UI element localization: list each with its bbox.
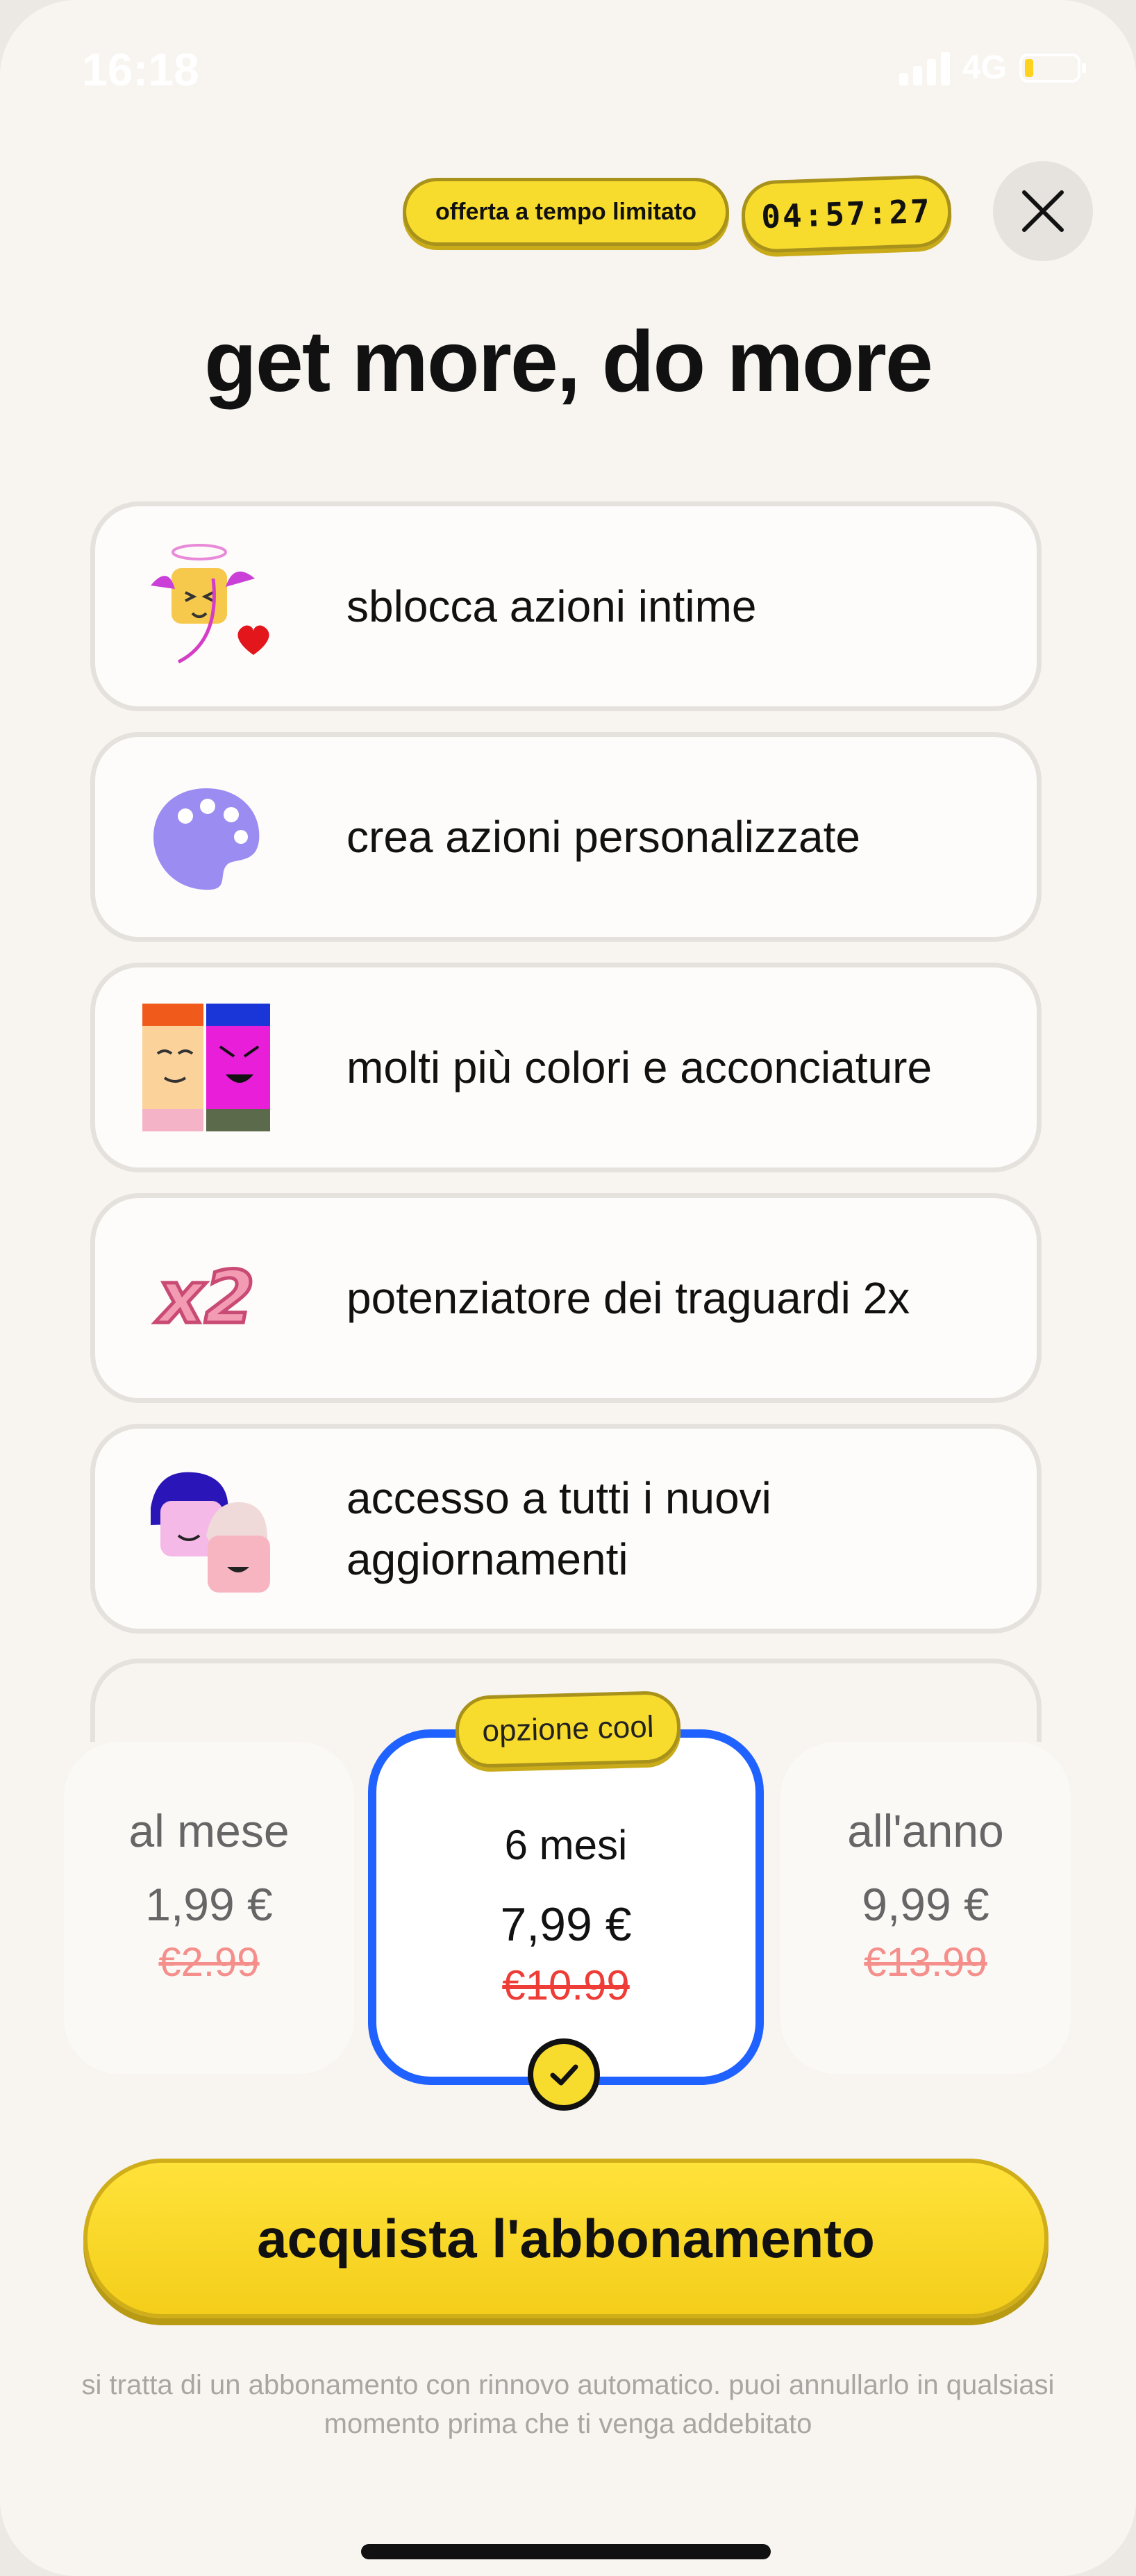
palette-icon: [153, 788, 260, 890]
feature-card-new-updates: accesso a tutti i nuovi aggiornamenti: [90, 1424, 1042, 1634]
close-icon: [1022, 190, 1064, 232]
feature-label: crea azioni personalizzate: [346, 812, 860, 862]
signal-icon: [899, 51, 950, 85]
plan-old-price: €13.99: [864, 1940, 987, 1985]
svg-text:x2: x2: [154, 1255, 254, 1340]
feature-card-milestone-booster: x2 potenziatore dei traguardi 2x: [90, 1193, 1042, 1403]
plan-name: 6 mesi: [504, 1822, 628, 1868]
feature-label: molti più colori e acconciature: [346, 1042, 933, 1092]
best-option-badge: opzione cool: [454, 1690, 682, 1769]
close-button[interactable]: [993, 161, 1093, 261]
plan-yearly[interactable]: all'anno 9,99 € €13.99: [780, 1742, 1071, 2074]
status-bar: 16:18 4G: [82, 43, 1086, 99]
feature-card-custom-actions: crea azioni personalizzate: [90, 732, 1042, 942]
feature-label: potenziatore dei traguardi 2x: [346, 1273, 910, 1323]
limited-offer-badge: offerta a tempo limitato: [403, 178, 729, 246]
subscribe-button[interactable]: acquista l'abbonamento: [83, 2159, 1049, 2318]
plan-price: 9,99 €: [862, 1879, 989, 1930]
legal-text: si tratta di un abbonamento con rinnovo …: [81, 2370, 1055, 2439]
feature-label: accesso a tutti i nuovi aggiornamenti: [346, 1473, 771, 1584]
plan-old-price: €10.99: [502, 1962, 630, 2009]
plan-price: 1,99 €: [145, 1879, 273, 1930]
plan-old-price: €2.99: [158, 1940, 260, 1985]
plan-name: all'anno: [847, 1805, 1004, 1856]
plan-name: al mese: [128, 1805, 290, 1856]
page-title: get more, do more: [204, 314, 933, 410]
plan-six-months[interactable]: 6 mesi 7,99 € €10.99: [368, 1729, 764, 2085]
status-time: 16:18: [82, 44, 199, 95]
cupid-icon: [151, 544, 269, 664]
x2-icon: x2: [153, 1254, 256, 1342]
plan-monthly[interactable]: al mese 1,99 € €2.99: [64, 1742, 354, 2074]
countdown-timer: 04:57:27: [740, 174, 953, 254]
feature-card-colors-hairstyles: molti più colori e acconciature: [90, 963, 1042, 1172]
feature-label: sblocca azioni intime: [346, 581, 757, 631]
feature-card-intimate-actions: sblocca azioni intime: [90, 501, 1042, 711]
plan-price: 7,99 €: [500, 1898, 632, 1951]
battery-icon: [1019, 53, 1086, 83]
paywall-screen: 16:18 4G offerta a tempo limitato 04:57:…: [0, 0, 1136, 2576]
network-label: 4G: [962, 49, 1007, 86]
avatars-icon: [151, 1472, 270, 1593]
home-indicator[interactable]: [361, 2544, 771, 2559]
status-indicators: 4G: [899, 49, 1086, 87]
faces-grid-icon: [142, 1004, 270, 1131]
selected-check-icon: [528, 2038, 600, 2111]
